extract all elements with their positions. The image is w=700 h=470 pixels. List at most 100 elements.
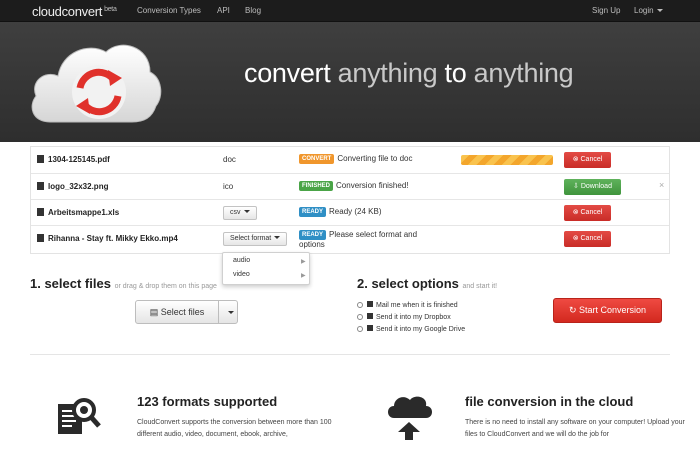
- cancel-button[interactable]: ⊗ Cancel: [564, 231, 611, 247]
- select-files-label: Select files: [160, 307, 205, 317]
- spreadsheet-file-icon: [37, 208, 44, 216]
- document-magnifier-icon: [58, 398, 101, 434]
- table-row: Arbeitsmappe1.xls csv READY Ready (24 KB)…: [31, 199, 669, 225]
- file-name-label: Arbeitsmappe1.xls: [48, 208, 120, 217]
- checkbox[interactable]: [357, 302, 363, 308]
- cancel-label: Cancel: [580, 235, 603, 242]
- start-conversion-label: Start Conversion: [579, 305, 647, 315]
- target-format: doc: [223, 155, 236, 164]
- status-badge: READY: [299, 207, 327, 217]
- feature-description: There is no need to install any software…: [465, 419, 685, 438]
- table-row: 1304-125145.pdf doc CONVERT Converting fi…: [31, 147, 669, 173]
- section-title: 2. select options: [357, 276, 459, 291]
- cancel-label: Cancel: [580, 209, 603, 216]
- file-name: Rihanna - Stay ft. Mikky Ekko.mp4: [37, 234, 178, 243]
- section-title: 1. select files: [30, 276, 111, 291]
- download-label: Download: [580, 183, 612, 190]
- format-label: csv: [230, 209, 241, 216]
- status-cell: FINISHED Conversion finished!: [299, 181, 409, 191]
- dropdown-item-audio[interactable]: audio: [233, 257, 250, 264]
- file-name-label: Rihanna - Stay ft. Mikky Ekko.mp4: [48, 234, 178, 243]
- format-label: Select format: [230, 235, 272, 242]
- file-name: 1304-125145.pdf: [37, 155, 110, 164]
- status-cell: READY Please select format and options: [299, 230, 429, 250]
- file-name: Arbeitsmappe1.xls: [37, 208, 119, 217]
- table-row: Rihanna - Stay ft. Mikky Ekko.mp4 Select…: [31, 225, 669, 253]
- checkbox[interactable]: [357, 314, 363, 320]
- mail-icon: [367, 301, 373, 307]
- status-text: Ready (24 KB): [329, 207, 382, 216]
- brand-text: cloudconvert: [32, 4, 103, 19]
- nav-link-blog[interactable]: Blog: [245, 6, 261, 15]
- option-label: Mail me when it is finished: [376, 302, 458, 309]
- headline-word: convert: [244, 58, 338, 88]
- sign-up-link[interactable]: Sign Up: [592, 6, 620, 15]
- login-label: Login: [634, 6, 654, 15]
- file-queue-table: 1304-125145.pdf doc CONVERT Converting fi…: [30, 146, 670, 254]
- format-select-button[interactable]: Select format: [223, 232, 288, 246]
- status-cell: READY Ready (24 KB): [299, 207, 381, 217]
- headline-highlight: anything: [337, 58, 438, 88]
- status-badge: CONVERT: [299, 154, 335, 164]
- google-drive-icon: [367, 325, 373, 331]
- option-label: Send it into my Google Drive: [376, 326, 466, 333]
- status-badge: FINISHED: [299, 181, 334, 191]
- audio-file-icon: [37, 234, 44, 242]
- headline-highlight: anything: [473, 58, 574, 88]
- file-name-label: logo_32x32.png: [48, 182, 109, 191]
- login-dropdown[interactable]: Login: [634, 6, 663, 15]
- feature-title: file conversion in the cloud: [465, 394, 634, 409]
- chevron-right-icon: ▶: [301, 273, 306, 279]
- file-name-label: 1304-125145.pdf: [48, 155, 110, 164]
- hero-headline: convert anything to anything: [244, 58, 574, 89]
- select-files-button[interactable]: ▤ Select files: [135, 300, 219, 324]
- image-file-icon: [37, 182, 44, 190]
- option-google-drive[interactable]: Send it into my Google Drive: [357, 325, 465, 333]
- cancel-button[interactable]: ⊗ Cancel: [564, 152, 611, 168]
- pdf-file-icon: [37, 155, 44, 163]
- dropbox-icon: [367, 313, 373, 319]
- cloud-refresh-icon: [31, 44, 162, 123]
- feature-description: CloudConvert supports the conversion bet…: [137, 419, 332, 438]
- format-select-button[interactable]: csv: [223, 206, 257, 220]
- progress-bar: [461, 155, 553, 165]
- beta-badge: beta: [104, 6, 117, 13]
- hero-banner: convert anything to anything: [0, 22, 700, 142]
- section-divider: [30, 354, 670, 355]
- top-navbar: cloudconvert beta Conversion Types API Bl…: [0, 0, 700, 22]
- cancel-label: Cancel: [580, 156, 603, 163]
- headline-word: to: [437, 58, 474, 88]
- chevron-down-icon: [228, 311, 234, 314]
- download-button[interactable]: ⇩ Download: [564, 179, 621, 195]
- option-dropbox[interactable]: Send it into my Dropbox: [357, 313, 451, 321]
- start-conversion-button[interactable]: ↻ Start Conversion: [553, 298, 662, 323]
- dropdown-item-video[interactable]: video: [233, 271, 250, 278]
- nav-link-conversion-types[interactable]: Conversion Types: [137, 6, 201, 15]
- status-text: Converting file to doc: [337, 154, 413, 163]
- status-text: Conversion finished!: [336, 181, 409, 190]
- section-subtitle: or drag & drop them on this page: [114, 283, 217, 290]
- option-mail[interactable]: Mail me when it is finished: [357, 301, 458, 309]
- select-files-dropdown-toggle[interactable]: [218, 300, 238, 324]
- chevron-down-icon: [274, 236, 281, 239]
- chevron-down-icon: [656, 9, 663, 12]
- option-label: Send it into my Dropbox: [376, 314, 451, 321]
- feature-title: 123 formats supported: [137, 394, 278, 409]
- select-files-heading: 1. select files or drag & drop them on t…: [30, 276, 217, 291]
- table-row: logo_32x32.png ico FINISHED Conversion fi…: [31, 173, 669, 199]
- brand-logo[interactable]: cloudconvert beta: [32, 4, 117, 19]
- format-dropdown-menu: audio ▶ video ▶: [222, 252, 310, 285]
- close-icon[interactable]: ×: [659, 180, 664, 190]
- chevron-right-icon: ▶: [301, 259, 306, 265]
- checkbox[interactable]: [357, 326, 363, 332]
- section-subtitle: and start it!: [462, 283, 498, 290]
- select-options-heading: 2. select options and start it!: [357, 276, 497, 291]
- file-name: logo_32x32.png: [37, 182, 108, 191]
- nav-link-api[interactable]: API: [217, 6, 230, 15]
- status-cell: CONVERT Converting file to doc: [299, 154, 413, 164]
- cancel-button[interactable]: ⊗ Cancel: [564, 205, 611, 221]
- chevron-down-icon: [243, 210, 250, 213]
- cloud-upload-icon: [388, 396, 432, 440]
- status-badge: READY: [299, 230, 327, 240]
- target-format: ico: [223, 182, 234, 191]
